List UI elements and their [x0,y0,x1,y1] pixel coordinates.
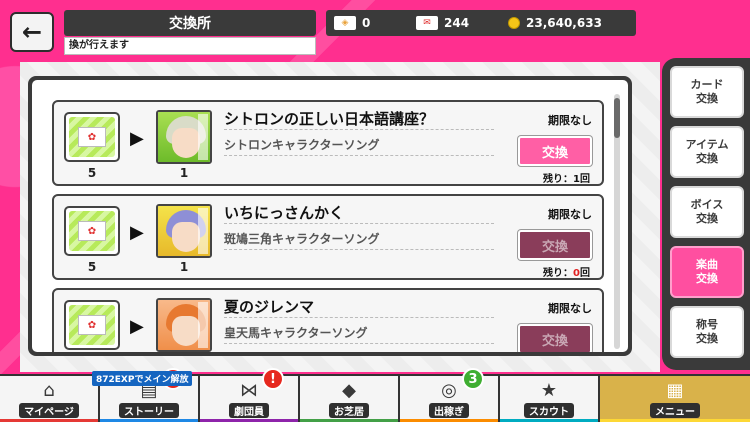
song-title: いちにっさんかく [224,202,494,224]
ticket-stripe-bg: ✿ [69,211,115,251]
cost-quantity: 5 [87,260,97,274]
remaining-prefix: 残り： [543,174,574,185]
currency-ticket: ◈ 0 [326,16,408,30]
nav-label: メニュー [650,403,700,418]
reward-item[interactable] [156,204,212,258]
scrollbar-thumb[interactable] [614,98,620,138]
reward-quantity: 1 [179,260,189,274]
exchange-button[interactable]: 交換 [518,324,592,352]
exchange-item: ✿ ▶ 夏のジレンマ 皇天馬キャラクターソング 期限なし 交換 [52,288,604,352]
exchange-item: ✿ 5 ▶ 1 シトロンの正しい日本語講座？ シトロンキャラクターソング 期限な… [52,100,604,186]
character-portrait [158,206,210,256]
nav-label: マイページ [19,403,79,418]
cost-item[interactable]: ✿ [64,112,120,162]
alert-badge: ! [262,368,284,390]
home-icon: ⌂ [43,380,55,401]
song-subtitle: 斑鳩三角キャラクターソング [224,230,494,250]
nav-label: お芝居 [329,403,369,418]
tab-title-exchange[interactable]: 称号 交換 [670,306,744,358]
song-subtitle: 皇天馬キャラクターソング [224,324,494,344]
envelope-icon: ✿ [78,221,106,241]
song-title: シトロンの正しい日本語講座？ [224,108,494,130]
remaining-prefix: 残り： [543,268,574,279]
remaining-unit: 回 [580,268,590,279]
bowtie-icon: ⋈ [240,380,258,401]
arrow-right-icon: ▶ [130,316,144,337]
exp-unlock-banner: 872EXPでメイン解放 [92,371,193,386]
letter-ticket-icon: ✉ [416,16,438,30]
nav-menu[interactable]: ▦ メニュー [600,376,750,422]
tab-song-exchange[interactable]: 楽曲 交換 [670,246,744,298]
currency-ticket-value: 0 [362,16,371,30]
remaining-number: 1 [573,174,580,185]
tab-card-exchange[interactable]: カード 交換 [670,66,744,118]
envelope-icon: ✿ [78,315,106,335]
ticket-stripe-bg: ✿ [69,305,115,345]
nav-label: スカウト [524,403,574,418]
count-badge: 3 [462,368,484,390]
reward-quantity: 1 [179,166,189,180]
nav-scout[interactable]: ★ スカウト [500,376,600,422]
mask-icon: ◆ [342,380,356,401]
song-subtitle: シトロンキャラクターソング [224,136,494,156]
song-title: 夏のジレンマ [224,296,494,318]
currency-coin-value: 23,640,633 [526,16,602,30]
tab-voice-exchange[interactable]: ボイス 交換 [670,186,744,238]
nav-mypage[interactable]: ⌂ マイページ [0,376,100,422]
time-limit: 期限なし [548,114,592,127]
remaining-number: 0 [573,268,580,279]
currency-letter: ✉ 244 [408,16,500,30]
exchange-button[interactable]: 交換 [518,136,592,166]
reward-item[interactable] [156,110,212,164]
currency-coin: 23,640,633 [500,16,636,30]
character-portrait [158,112,210,162]
cost-item[interactable]: ✿ [64,206,120,256]
ticket-stripe-bg: ✿ [69,117,115,157]
envelope-icon: ✿ [78,127,106,147]
star-ticket-icon: ★ [540,380,558,401]
nav-troupe[interactable]: ! ⋈ 劇団員 [200,368,300,422]
exchange-item: ✿ 5 ▶ 1 いちにっさんかく 斑鳩三角キャラクターソング 期限なし 交換 残… [52,194,604,280]
cost-item[interactable]: ✿ [64,300,120,350]
arrow-right-icon: ▶ [130,222,144,243]
nav-label: 劇団員 [229,403,269,418]
grid-icon: ▦ [666,380,684,401]
page-subtitle: 換が行えます [64,37,316,55]
time-limit: 期限なし [548,302,592,315]
coins-icon: ◎ [441,380,457,401]
character-portrait [158,300,210,350]
tab-item-exchange[interactable]: アイテム 交換 [670,126,744,178]
nav-play[interactable]: ◆ お芝居 [300,376,400,422]
cost-quantity: 5 [87,166,97,180]
remaining-unit: 回 [580,174,590,185]
back-arrow-icon: ← [21,18,43,46]
currency-letter-value: 244 [444,16,470,30]
nav-label: ストーリー [119,403,179,418]
exchange-button[interactable]: 交換 [518,230,592,260]
time-limit: 期限なし [548,208,592,221]
reward-item[interactable] [156,298,212,352]
page-title: 交換所 [64,10,316,36]
category-tabs: カード 交換 アイテム 交換 ボイス 交換 楽曲 交換 称号 交換 [662,58,750,370]
remaining-count: 残り：0回 [543,264,590,279]
ticket-icon: ◈ [334,16,356,30]
exchange-list[interactable]: ✿ 5 ▶ 1 シトロンの正しい日本語講座？ シトロンキャラクターソング 期限な… [32,80,628,352]
remaining-count: 残り：1回 [543,170,590,185]
currency-bar: ◈ 0 ✉ 244 23,640,633 [326,10,636,36]
coin-icon [508,17,520,29]
back-button[interactable]: ← [10,12,54,52]
arrow-right-icon: ▶ [130,128,144,149]
nav-work[interactable]: 3 ◎ 出稼ぎ [400,368,500,422]
nav-label: 出稼ぎ [429,403,469,418]
exchange-list-panel: ✿ 5 ▶ 1 シトロンの正しい日本語講座？ シトロンキャラクターソング 期限な… [28,76,632,356]
